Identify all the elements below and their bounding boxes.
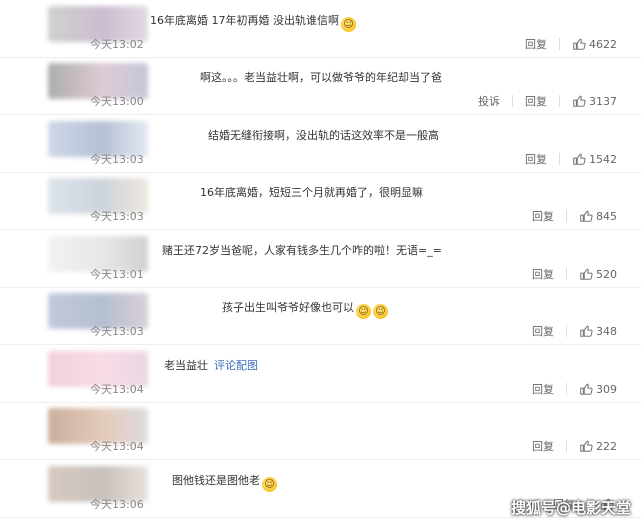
comment-row: 今天13:04 回复 222 xyxy=(0,402,641,460)
comment-actions: 回复 520 xyxy=(532,266,617,282)
comment-text: 结婚无缝衔接啊，没出轨的话这效率不是一般高 xyxy=(208,127,439,143)
thumbs-up-icon xyxy=(580,440,593,452)
reply-button[interactable]: 回复 xyxy=(532,266,554,282)
comment-actions: 回复 4622 xyxy=(525,36,617,52)
reply-button[interactable]: 回复 xyxy=(532,438,554,454)
comment-row: 16年底离婚，短短三个月就再婚了，很明显嘛今天13:03 回复 845 xyxy=(0,172,641,230)
comment-row: 老当益壮 评论配图今天13:04 回复 309 xyxy=(0,345,641,403)
comment-actions: 回复 222 xyxy=(532,438,617,454)
comment-time: 今天13:03 xyxy=(90,325,144,338)
divider xyxy=(559,38,560,50)
thumbs-up-icon xyxy=(573,38,586,50)
comment-body: 孩子出生叫爷爷好像也可以 xyxy=(222,301,354,314)
reply-button[interactable]: 回复 xyxy=(532,208,554,224)
comment-text: 孩子出生叫爷爷好像也可以 ☺ ☺ xyxy=(222,299,388,319)
comment-list: 16年底离婚 17年初再婚 没出轨谁信啊 ☺ 今天13:02 回复 4622 啊这。。。老… xyxy=(0,0,641,524)
comment-text: 图他钱还是图他老 ☺ xyxy=(172,472,277,492)
like-count: 222 xyxy=(596,439,617,453)
comment-actions: 回复 1542 xyxy=(525,151,617,167)
like-button[interactable]: 309 xyxy=(579,382,617,396)
like-button[interactable]: 348 xyxy=(579,324,617,338)
divider xyxy=(566,268,567,280)
laugh-cry-emoji-icon: ☺ xyxy=(262,477,277,492)
comment-row: 啊这。。。老当益壮啊，可以做爷爷的年纪却当了爸今天13:00 投诉 回复 3137 xyxy=(0,57,641,115)
divider xyxy=(566,383,567,395)
like-button[interactable]: 4622 xyxy=(572,37,617,51)
comment-body: 16年底离婚 17年初再婚 没出轨谁信啊 xyxy=(150,14,339,27)
comment-text: 16年底离婚 17年初再婚 没出轨谁信啊 ☺ xyxy=(150,12,356,32)
comment-image-link[interactable]: 评论配图 xyxy=(214,359,258,372)
divider xyxy=(566,440,567,452)
laugh-cry-emoji-icon: ☺ xyxy=(373,304,388,319)
comment-row: 16年底离婚 17年初再婚 没出轨谁信啊 ☺ 今天13:02 回复 4622 xyxy=(0,0,641,58)
comment-text: 老当益壮 评论配图 xyxy=(164,357,258,373)
reply-button[interactable]: 回复 xyxy=(525,36,547,52)
comment-actions: 回复 845 xyxy=(532,208,617,224)
reply-button[interactable]: 回复 xyxy=(532,323,554,339)
comment-actions: 投诉 回复 3137 xyxy=(478,93,617,109)
like-count: 520 xyxy=(596,267,617,281)
comment-time: 今天13:06 xyxy=(90,498,144,511)
divider xyxy=(566,210,567,222)
like-count: 309 xyxy=(596,382,617,396)
divider xyxy=(559,95,560,107)
laugh-cry-emoji-icon: ☺ xyxy=(356,304,371,319)
comment-time: 今天13:03 xyxy=(90,210,144,223)
like-button[interactable]: 3137 xyxy=(572,94,617,108)
reply-button[interactable]: 回复 xyxy=(525,151,547,167)
comment-time: 今天13:04 xyxy=(90,440,144,453)
divider xyxy=(512,95,513,107)
comment-text: 赌王还72岁当爸呢，人家有钱多生几个咋的啦！无语=_= xyxy=(162,242,442,258)
shush-emoji-icon: ☺ xyxy=(341,17,356,32)
comment-time: 今天13:03 xyxy=(90,153,144,166)
thumbs-up-icon xyxy=(580,268,593,280)
comment-time: 今天13:00 xyxy=(90,95,144,108)
comment-time: 今天13:04 xyxy=(90,383,144,396)
comment-time: 今天13:01 xyxy=(90,268,144,281)
reply-button[interactable]: 回复 xyxy=(532,381,554,397)
comment-body: 啊这。。。老当益壮啊，可以做爷爷的年纪却当了爸 xyxy=(200,71,442,84)
like-count: 845 xyxy=(596,209,617,223)
comment-text: 啊这。。。老当益壮啊，可以做爷爷的年纪却当了爸 xyxy=(200,69,442,85)
comment-actions: 回复 348 xyxy=(532,323,617,339)
like-count: 3137 xyxy=(589,94,617,108)
like-button[interactable]: 222 xyxy=(579,439,617,453)
like-count: 348 xyxy=(596,324,617,338)
like-button[interactable]: 520 xyxy=(579,267,617,281)
comment-actions: 回复 309 xyxy=(532,381,617,397)
report-button[interactable]: 投诉 xyxy=(478,93,500,109)
thumbs-up-icon xyxy=(580,325,593,337)
divider xyxy=(566,325,567,337)
comment-body: 16年底离婚，短短三个月就再婚了，很明显嘛 xyxy=(200,186,423,199)
divider xyxy=(559,153,560,165)
comment-row: 赌王还72岁当爸呢，人家有钱多生几个咋的啦！无语=_= 今天13:01 回复 520 xyxy=(0,230,641,288)
thumbs-up-icon xyxy=(573,153,586,165)
comment-body: 赌王还72岁当爸呢，人家有钱多生几个咋的啦！无语=_= xyxy=(162,244,442,257)
thumbs-up-icon xyxy=(580,383,593,395)
comment-row: 结婚无缝衔接啊，没出轨的话这效率不是一般高今天13:03 回复 1542 xyxy=(0,115,641,173)
comment-time: 今天13:02 xyxy=(90,38,144,51)
like-count: 4622 xyxy=(589,37,617,51)
like-button[interactable]: 1542 xyxy=(572,152,617,166)
watermark: 搜狐号@电影天堂 xyxy=(510,499,631,517)
thumbs-up-icon xyxy=(580,210,593,222)
comment-body: 图他钱还是图他老 xyxy=(172,474,260,487)
comment-text: 16年底离婚，短短三个月就再婚了，很明显嘛 xyxy=(200,184,423,200)
reply-button[interactable]: 回复 xyxy=(525,93,547,109)
like-count: 1542 xyxy=(589,152,617,166)
comment-body: 老当益壮 xyxy=(164,359,208,372)
comment-row: 孩子出生叫爷爷好像也可以 ☺ ☺ 今天13:03 回复 348 xyxy=(0,287,641,345)
like-button[interactable]: 845 xyxy=(579,209,617,223)
comment-body: 结婚无缝衔接啊，没出轨的话这效率不是一般高 xyxy=(208,129,439,142)
thumbs-up-icon xyxy=(573,95,586,107)
